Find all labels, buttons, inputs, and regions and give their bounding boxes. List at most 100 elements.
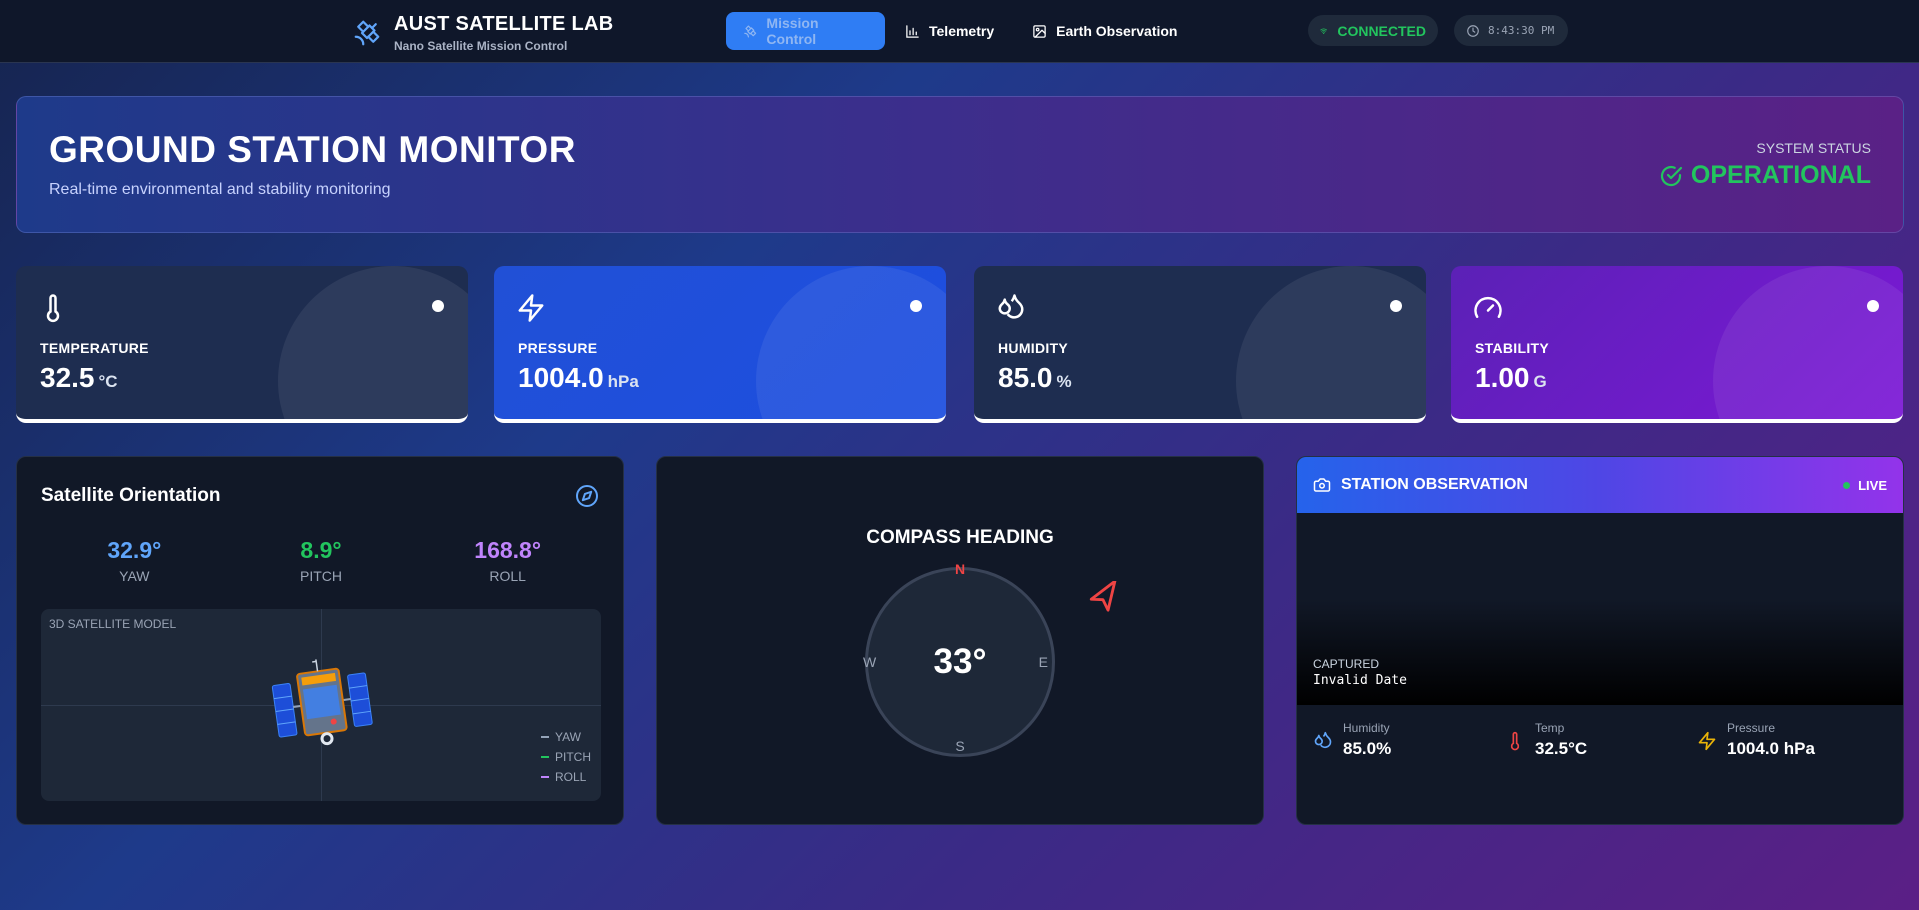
heading-value: 33° [933, 642, 987, 681]
status-dot [1867, 300, 1879, 312]
pressure-card: PRESSURE 1004.0 hPa [494, 266, 946, 423]
bar-chart-icon [906, 24, 919, 38]
stat-value: 85.0% [998, 362, 1072, 394]
wifi-icon [1320, 28, 1328, 34]
connection-status-badge: CONNECTED [1308, 15, 1438, 46]
satellite-3d-model[interactable]: 3D SATELLITE MODEL YAW PITCH ROLL [41, 609, 601, 801]
roll-label: ROLL [489, 568, 526, 584]
satellite-model-icon [271, 659, 373, 746]
stat-number: 32.5 [40, 362, 95, 393]
roll-value: 168.8° [474, 537, 542, 563]
droplets-icon [998, 294, 1024, 319]
zap-icon [518, 294, 544, 322]
pitch-readout: 8.9° PITCH [228, 537, 415, 584]
live-badge: LIVE [1843, 478, 1887, 493]
panel-title: Satellite Orientation [41, 485, 221, 506]
system-status-label: SYSTEM STATUS [1756, 140, 1871, 156]
status-dot [1390, 300, 1402, 312]
observation-readings: Humidity 85.0% Temp 32.5°C Pressure 1004… [1313, 721, 1889, 759]
stat-label: PRESSURE [518, 340, 598, 356]
compass-dial: N E S W 33° [863, 561, 1055, 757]
stat-unit: hPa [607, 372, 639, 391]
stat-label: STABILITY [1475, 340, 1549, 356]
observation-image[interactable]: CAPTURED Invalid Date [1297, 513, 1903, 705]
pitch-value: 8.9° [300, 537, 342, 563]
clock-text: 8:43:30 PM [1488, 24, 1555, 37]
satellite-orientation-panel: Satellite Orientation 32.9° YAW 8.9° PIT… [16, 456, 624, 825]
satellite-icon [354, 20, 380, 46]
stat-number: 85.0 [998, 362, 1053, 393]
system-status-value: OPERATIONAL [1690, 161, 1871, 189]
yaw-label: YAW [119, 568, 150, 584]
check-circle-icon [1660, 165, 1683, 186]
compass-west: W [863, 654, 877, 670]
legend-swatch [541, 736, 549, 738]
reading-value: 32.5°C [1535, 739, 1588, 758]
hero-banner: GROUND STATION MONITOR Real-time environ… [16, 96, 1904, 233]
card-decoration [278, 266, 468, 419]
brand-subtitle: Nano Satellite Mission Control [394, 39, 568, 53]
legend-label: ROLL [555, 770, 587, 784]
stability-card: STABILITY 1.00 G [1451, 266, 1903, 423]
stat-label: HUMIDITY [998, 340, 1069, 356]
orientation-angles: 32.9° YAW 8.9° PITCH 168.8° ROLL [41, 537, 601, 584]
connection-status-text: CONNECTED [1337, 22, 1426, 39]
station-observation-panel: STATION OBSERVATION LIVE CAPTURED Invali… [1296, 456, 1904, 825]
nav-mission-control-label: Mission Control [766, 15, 819, 47]
legend-label: YAW [555, 730, 581, 744]
card-decoration [756, 266, 946, 419]
stat-label: TEMPERATURE [40, 340, 149, 356]
legend-swatch [541, 776, 549, 778]
compass-panel: COMPASS HEADING N E S W 33° [656, 456, 1264, 825]
stat-number: 1.00 [1475, 362, 1530, 393]
stat-unit: G [1533, 372, 1547, 391]
panel-title: STATION OBSERVATION [1341, 476, 1528, 493]
page-subtitle: Real-time environmental and stability mo… [49, 181, 391, 198]
main-nav: Mission Control Telemetry Earth Observat… [726, 12, 1197, 50]
reading-humidity: Humidity 85.0% [1313, 721, 1505, 759]
top-bar: AUST SATELLITE LAB Nano Satellite Missio… [0, 0, 1919, 63]
live-dot [1843, 482, 1851, 489]
compass-east: E [1038, 654, 1048, 670]
temperature-card: TEMPERATURE 32.5 °C [16, 266, 468, 423]
droplets-icon [1314, 731, 1332, 749]
stat-value: 1.00 G [1475, 362, 1547, 394]
clock-icon [1467, 24, 1479, 37]
stat-number: 1004.0 [518, 362, 604, 393]
status-dot [432, 300, 444, 312]
stat-unit: °C [98, 372, 118, 391]
roll-readout: 168.8° ROLL [414, 537, 601, 584]
reading-temp: Temp 32.5°C [1505, 721, 1697, 759]
zap-icon [1698, 731, 1716, 751]
card-decoration [1713, 266, 1903, 419]
nav-telemetry[interactable]: Telemetry [887, 12, 1012, 50]
satellite-icon [744, 24, 757, 38]
live-text: LIVE [1858, 478, 1887, 493]
observation-header: STATION OBSERVATION LIVE [1297, 457, 1903, 513]
image-icon [1033, 24, 1046, 38]
stat-value: 32.5 °C [40, 362, 118, 394]
clock-badge: 8:43:30 PM [1454, 15, 1568, 46]
compass-icon[interactable] [575, 484, 599, 508]
status-dot [910, 300, 922, 312]
legend-swatch [541, 756, 549, 758]
nav-earth-observation[interactable]: Earth Observation [1014, 12, 1195, 50]
nav-mission-control[interactable]: Mission Control [726, 12, 885, 50]
captured-label: CAPTURED [1313, 657, 1380, 671]
stat-unit: % [1056, 372, 1072, 391]
model-label: 3D SATELLITE MODEL [49, 617, 177, 631]
nav-earth-observation-label: Earth Observation [1056, 23, 1178, 39]
axis-legend: YAW PITCH ROLL [541, 727, 591, 787]
reading-value: 85.0% [1343, 739, 1392, 758]
yaw-readout: 32.9° YAW [41, 537, 228, 584]
thermometer-icon [1510, 731, 1520, 751]
legend-item-roll: ROLL [541, 767, 591, 787]
reading-label: Pressure [1727, 721, 1776, 735]
yaw-value: 32.9° [107, 537, 162, 563]
stat-value: 1004.0 hPa [518, 362, 639, 394]
reading-value: 1004.0 hPa [1727, 739, 1815, 758]
legend-item-pitch: PITCH [541, 747, 591, 767]
brand[interactable]: AUST SATELLITE LAB Nano Satellite Missio… [352, 12, 613, 54]
gauge-icon [1474, 296, 1502, 318]
captured-value: Invalid Date [1313, 673, 1407, 688]
